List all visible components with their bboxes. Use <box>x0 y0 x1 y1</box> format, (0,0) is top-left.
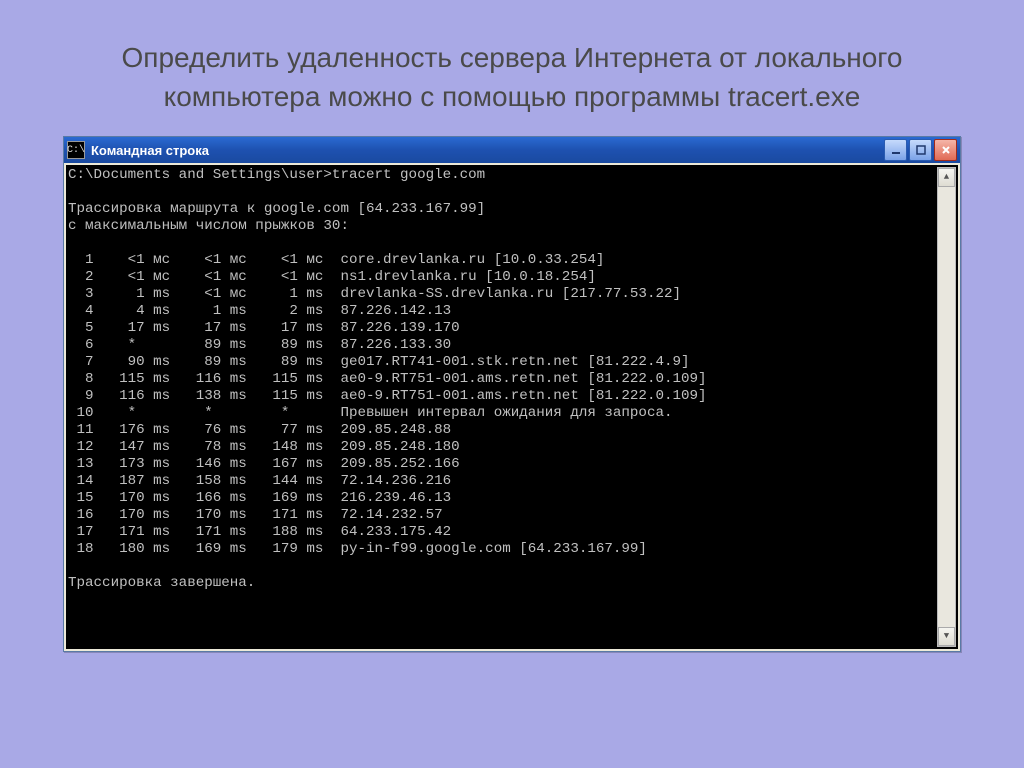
scroll-up-button[interactable]: ▲ <box>938 168 955 187</box>
scroll-down-button[interactable]: ▼ <box>938 627 955 646</box>
slide-title: Определить удаленность сервера Интернета… <box>0 0 1024 136</box>
titlebar[interactable]: C:\ Командная строка <box>64 137 960 163</box>
maximize-button[interactable] <box>909 139 932 161</box>
command-prompt-window: C:\ Командная строка C:\Documents and Se… <box>63 136 961 652</box>
console-output: C:\Documents and Settings\user>tracert g… <box>68 167 936 647</box>
scrollbar[interactable]: ▲ ▼ <box>937 167 956 647</box>
cmd-icon: C:\ <box>67 141 85 159</box>
window-title: Командная строка <box>91 143 884 158</box>
console[interactable]: C:\Documents and Settings\user>tracert g… <box>66 165 958 649</box>
window-controls <box>884 139 957 161</box>
close-button[interactable] <box>934 139 957 161</box>
console-frame: C:\Documents and Settings\user>tracert g… <box>64 163 960 651</box>
scroll-track[interactable] <box>938 187 955 627</box>
minimize-button[interactable] <box>884 139 907 161</box>
